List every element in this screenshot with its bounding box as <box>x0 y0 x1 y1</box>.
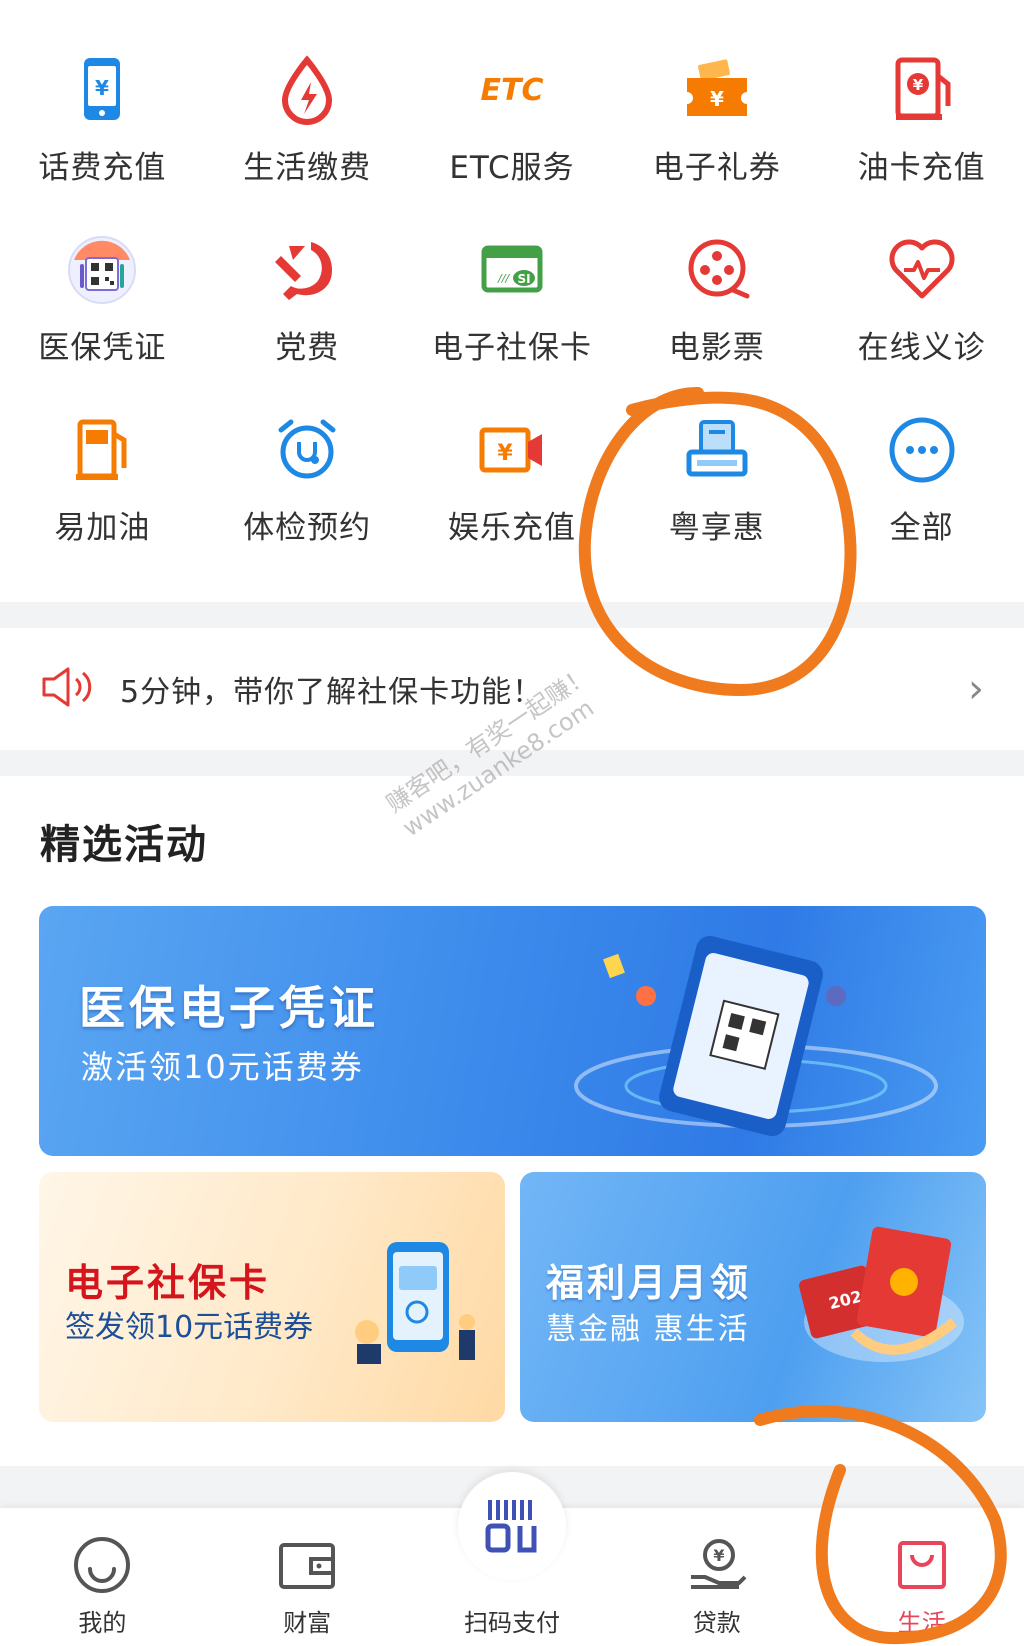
banner-title: 电子社保卡 <box>65 1261 271 1305</box>
tab-scan-pay[interactable]: 扫码支付 <box>410 1472 615 1646</box>
svg-text:¥: ¥ <box>912 76 923 94</box>
service-label: ETC服务 <box>449 150 575 186</box>
featured-activities: 精选活动 医保电子凭证 激活领10元话费券 电子社保卡 签发领10元话费券 20… <box>0 776 1024 1466</box>
service-phone-recharge[interactable]: ¥ 话费充值 <box>0 0 205 190</box>
service-label: 易加油 <box>54 510 151 546</box>
phone-recharge-icon: ¥ <box>62 50 142 130</box>
tab-loan[interactable]: ¥ 贷款 <box>614 1508 819 1646</box>
svg-text:///: /// <box>497 272 510 285</box>
section-title: 精选活动 <box>40 822 208 868</box>
more-dots-icon <box>882 410 962 490</box>
tab-life[interactable]: 生活 <box>819 1508 1024 1646</box>
phone-illustration <box>574 935 938 1137</box>
tab-wealth[interactable]: 财富 <box>205 1508 410 1646</box>
bottom-tab-bar: 我的 财富 扫码支付 ¥ 贷款 生活 <box>0 1472 1024 1646</box>
service-etc[interactable]: ETC ETC服务 <box>410 0 615 190</box>
services-panel: ¥ 话费充值 生活缴费 ETC ETC服务 ¥ 电子礼券 ¥ 油卡充值 医保凭证… <box>0 0 1024 602</box>
tab-label: 贷款 <box>692 1609 741 1637</box>
chevron-right-icon: › <box>968 666 984 712</box>
service-label: 全部 <box>889 510 954 546</box>
tab-mine[interactable]: 我的 <box>0 1508 205 1646</box>
etc-icon: ETC <box>472 50 552 130</box>
social-security-card-icon: /// SI <box>472 230 552 310</box>
service-label: 电子社保卡 <box>431 330 592 366</box>
service-party-fee[interactable]: 党费 <box>205 190 410 380</box>
service-yue-xiang-hui[interactable]: 粤享惠 <box>614 380 819 570</box>
service-checkup-appointment[interactable]: 体检预约 <box>205 380 410 570</box>
phone-card-illustration <box>355 1242 475 1364</box>
scan-pay-button[interactable] <box>457 1472 566 1580</box>
utility-payment-icon <box>267 50 347 130</box>
gift-voucher-icon: ¥ <box>677 50 757 130</box>
service-label: 粤享惠 <box>668 510 765 546</box>
social-security-card-banner[interactable]: 电子社保卡 签发领10元话费券 <box>39 1172 505 1422</box>
service-label: 电影票 <box>668 330 765 366</box>
tab-label: 生活 <box>897 1609 946 1637</box>
tab-label: 财富 <box>283 1609 332 1637</box>
checkup-alarm-icon <box>267 410 347 490</box>
tab-label: 我的 <box>78 1609 127 1637</box>
medical-voucher-banner[interactable]: 医保电子凭证 激活领10元话费券 <box>39 906 986 1156</box>
service-label: 医保凭证 <box>38 330 167 366</box>
svg-text:SI: SI <box>517 272 530 286</box>
loan-icon: ¥ <box>690 1539 747 1589</box>
service-label: 话费充值 <box>38 150 167 186</box>
service-medical-insurance[interactable]: 医保凭证 <box>0 190 205 380</box>
banner-subtitle: 激活领10元话费券 <box>81 1048 364 1086</box>
service-label: 生活缴费 <box>243 150 372 186</box>
service-label: 党费 <box>275 330 340 366</box>
svg-text:¥: ¥ <box>497 441 513 466</box>
banner-subtitle: 签发领10元话费券 <box>65 1310 314 1345</box>
notice-bar[interactable]: 5分钟，带你了解社保卡功能！ › <box>0 628 1024 750</box>
service-label: 油卡充值 <box>857 150 986 186</box>
medical-insurance-qr-icon <box>62 230 142 310</box>
movie-ticket-icon <box>677 230 757 310</box>
service-label: 体检预约 <box>243 510 372 546</box>
entertainment-recharge-icon: ¥ <box>472 410 552 490</box>
service-online-clinic[interactable]: 在线义诊 <box>819 190 1024 380</box>
shopping-bag-icon <box>897 1541 946 1589</box>
banner-subtitle: 慧金融 惠生活 <box>546 1312 750 1347</box>
svg-text:¥: ¥ <box>710 87 724 111</box>
tab-label: 扫码支付 <box>463 1609 560 1637</box>
service-utility-payment[interactable]: 生活缴费 <box>205 0 410 190</box>
banner-title: 福利月月领 <box>546 1261 752 1305</box>
svg-text:ETC: ETC <box>480 73 543 108</box>
gas-station-icon <box>62 410 142 490</box>
notice-text: 5分钟，带你了解社保卡功能！ <box>120 675 544 710</box>
speaker-icon <box>40 667 94 711</box>
service-fuel-card[interactable]: ¥ 油卡充值 <box>819 0 1024 190</box>
service-gift-voucher[interactable]: ¥ 电子礼券 <box>614 0 819 190</box>
scan-pay-icon <box>485 1500 537 1553</box>
service-all[interactable]: 全部 <box>819 380 1024 570</box>
yue-xiang-hui-icon <box>677 410 757 490</box>
monthly-welfare-banner[interactable]: 2021 福利月月领 慧金融 惠生活 <box>520 1172 986 1422</box>
service-label: 电子礼券 <box>652 150 781 186</box>
fuel-card-icon: ¥ <box>882 50 962 130</box>
red-envelope-illustration: 2021 <box>799 1226 964 1362</box>
services-grid: ¥ 话费充值 生活缴费 ETC ETC服务 ¥ 电子礼券 ¥ 油卡充值 医保凭证… <box>0 0 1024 570</box>
svg-text:¥: ¥ <box>713 1546 724 1565</box>
service-entertainment-recharge[interactable]: ¥ 娱乐充值 <box>410 380 615 570</box>
service-label: 在线义诊 <box>857 330 986 366</box>
svg-text:¥: ¥ <box>95 76 109 100</box>
service-social-security-card[interactable]: /// SI 电子社保卡 <box>410 190 615 380</box>
wallet-icon <box>279 1543 336 1589</box>
service-gas-station[interactable]: 易加油 <box>0 380 205 570</box>
service-label: 娱乐充值 <box>447 510 576 546</box>
profile-smile-icon <box>74 1537 131 1593</box>
banner-title: 医保电子凭证 <box>79 981 379 1035</box>
online-clinic-heart-icon <box>882 230 962 310</box>
party-fee-icon <box>267 230 347 310</box>
service-movie-ticket[interactable]: 电影票 <box>614 190 819 380</box>
